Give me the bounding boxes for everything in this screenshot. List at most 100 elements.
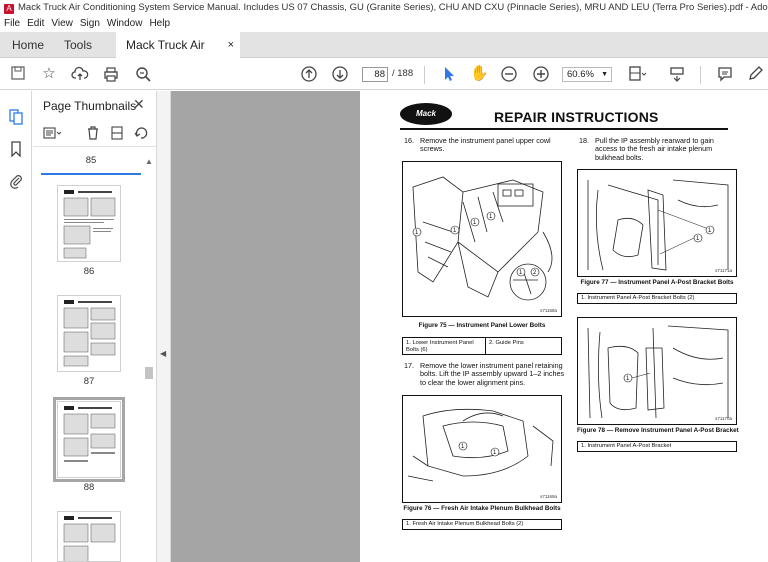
figure-id: s71170a xyxy=(715,416,732,421)
tab-bar: Home Tools Mack Truck Air Con... × xyxy=(0,32,768,78)
close-panel-icon[interactable]: ✕ xyxy=(133,96,145,113)
page-thumbnails-panel: Page Thumbnails ✕ 85 86 87 88 ▲ xyxy=(33,91,156,562)
page-total: / 188 xyxy=(392,68,414,79)
menu-bar: File Edit View Sign Window Help xyxy=(0,16,768,32)
instruction-step: 18. Pull the IP assembly rearward to gai… xyxy=(579,136,744,167)
legend-item: 1. Instrument Panel A-Post Bracket Bolts… xyxy=(581,295,695,301)
figure-caption: Figure 78 — Remove Instrument Panel A-Po… xyxy=(577,427,739,434)
step-number: 17. xyxy=(404,361,414,370)
zoom-out-icon[interactable] xyxy=(500,65,518,83)
thumbnail-top-page-number: 85 xyxy=(85,155,97,166)
tab-tools[interactable]: Tools xyxy=(56,32,100,58)
window-title-bar: A Mack Truck Air Conditioning System Serv… xyxy=(0,0,768,16)
menu-window[interactable]: Window xyxy=(103,18,146,29)
window-title: Mack Truck Air Conditioning System Servi… xyxy=(18,2,768,13)
figure-id: s71169a xyxy=(540,494,557,499)
draw-pen-icon[interactable] xyxy=(746,65,764,83)
page-thumbnail[interactable] xyxy=(57,511,121,562)
page-header: REPAIR INSTRUCTIONS xyxy=(494,109,659,125)
legend-item: 2. Guide Pins xyxy=(489,340,524,346)
scroll-up-icon[interactable]: ▲ xyxy=(145,157,153,166)
tab-close-icon[interactable]: × xyxy=(228,32,234,58)
legend-item: 1. Fresh Air Intake Plenum Bulkhead Bolt… xyxy=(406,521,524,527)
zoom-level-select[interactable]: 60.6% ▼ xyxy=(562,67,612,82)
thumbnail-label: 86 xyxy=(83,266,95,277)
menu-sign[interactable]: Sign xyxy=(76,18,103,29)
zoom-level-value: 60.6% xyxy=(567,69,594,80)
figure-legend: 1. Instrument Panel A-Post Bracket xyxy=(577,441,737,452)
upload-cloud-icon[interactable] xyxy=(71,65,89,83)
legend-divider xyxy=(485,338,486,354)
zoom-in-icon[interactable] xyxy=(532,65,550,83)
page-thumbnail[interactable] xyxy=(57,185,121,262)
thumbnail-label: 88 xyxy=(83,482,95,493)
scrollbar-thumb[interactable] xyxy=(145,367,153,379)
bookmarks-icon[interactable] xyxy=(8,141,24,158)
acrobat-icon: A xyxy=(4,4,14,14)
scroll-mode-icon[interactable] xyxy=(668,65,686,83)
step-text: Remove the lower instrument panel retain… xyxy=(420,361,565,387)
active-indicator xyxy=(41,173,141,175)
pdf-page: Mack REPAIR INSTRUCTIONS 16. Remove the … xyxy=(360,91,768,562)
save-icon[interactable] xyxy=(9,65,27,83)
thumbnail-label: 87 xyxy=(83,376,95,387)
step-number: 18. xyxy=(579,136,589,145)
rotate-page-icon[interactable] xyxy=(133,125,149,141)
menu-file[interactable]: File xyxy=(0,18,23,29)
figure-image: 1 1 s71169a xyxy=(402,395,562,503)
main-toolbar: ☆ 88 / 188 ✋ 60.6% ▼ xyxy=(0,59,768,90)
menu-edit[interactable]: Edit xyxy=(23,18,47,29)
legend-item: 1. Instrument Panel A-Post Bracket xyxy=(581,443,672,449)
thumbnail-scrollbar[interactable]: ▲ xyxy=(143,157,155,562)
figure-legend: 1. Fresh Air Intake Plenum Bulkhead Bolt… xyxy=(402,519,562,530)
figure-id: s71168a xyxy=(540,308,557,313)
zoom-search-icon[interactable] xyxy=(134,65,152,83)
attachments-paperclip-icon[interactable] xyxy=(8,173,24,189)
page-thumbnails-icon[interactable] xyxy=(8,109,24,125)
navigation-rail xyxy=(0,91,32,562)
mack-logo: Mack xyxy=(400,103,452,125)
thumbnail-toolbar xyxy=(33,121,156,147)
print-icon[interactable] xyxy=(102,65,120,83)
figure-caption: Figure 75 — Instrument Panel Lower Bolts xyxy=(418,322,546,329)
hand-tool-icon[interactable]: ✋ xyxy=(470,65,489,83)
bookmark-star-icon[interactable]: ☆ xyxy=(40,65,58,83)
instruction-step: 17. Remove the lower instrument panel re… xyxy=(404,361,565,392)
figure-image: 1 1 s71171a xyxy=(577,169,737,277)
header-rule xyxy=(400,128,728,130)
chevron-down-icon: ▼ xyxy=(601,71,608,78)
figure-image: 1 1 1 1 1 2 s71168a xyxy=(402,161,562,317)
figure-caption: Figure 76 — Fresh Air Intake Plenum Bulk… xyxy=(403,505,561,512)
page-thumbnail-selected[interactable] xyxy=(53,397,125,482)
figure-caption: Figure 77 — Instrument Panel A-Post Brac… xyxy=(580,279,734,286)
panel-title: Page Thumbnails xyxy=(43,99,137,113)
page-number-input[interactable]: 88 xyxy=(362,67,388,82)
previous-page-icon[interactable] xyxy=(300,65,318,83)
collapse-panel-icon[interactable]: ◀ xyxy=(160,349,166,358)
delete-trash-icon[interactable] xyxy=(85,125,101,141)
toolbar-divider xyxy=(700,66,701,84)
document-viewport[interactable]: Mack REPAIR INSTRUCTIONS 16. Remove the … xyxy=(171,91,768,562)
page-fit-icon[interactable] xyxy=(627,65,647,83)
tab-document[interactable]: Mack Truck Air Con... × xyxy=(116,32,240,78)
comment-icon[interactable] xyxy=(716,65,734,83)
thumbnail-options-icon[interactable] xyxy=(43,125,62,141)
next-page-icon[interactable] xyxy=(331,65,349,83)
figure-legend: 1. Lower Instrument Panel Bolts (6) 2. G… xyxy=(402,337,562,355)
legend-item: 1. Lower Instrument Panel Bolts (6) xyxy=(406,340,474,353)
insert-page-icon[interactable] xyxy=(109,125,125,141)
menu-help[interactable]: Help xyxy=(145,18,173,29)
menu-view[interactable]: View xyxy=(47,18,76,29)
step-number: 16. xyxy=(404,136,414,145)
instruction-step: 16. Remove the instrument panel upper co… xyxy=(404,136,552,157)
figure-id: s71171a xyxy=(715,268,732,273)
page-thumbnail[interactable] xyxy=(57,295,121,372)
step-text: Remove the instrument panel upper cowl s… xyxy=(420,136,551,154)
panel-splitter[interactable]: ◀ xyxy=(156,91,171,562)
figure-legend: 1. Instrument Panel A-Post Bracket Bolts… xyxy=(577,293,737,304)
tab-home[interactable]: Home xyxy=(4,32,52,58)
select-cursor-icon[interactable] xyxy=(440,65,458,83)
toolbar-divider xyxy=(424,66,425,84)
figure-image: 1 s71170a xyxy=(577,317,737,425)
step-text: Pull the IP assembly rearward to gain ac… xyxy=(595,136,714,162)
